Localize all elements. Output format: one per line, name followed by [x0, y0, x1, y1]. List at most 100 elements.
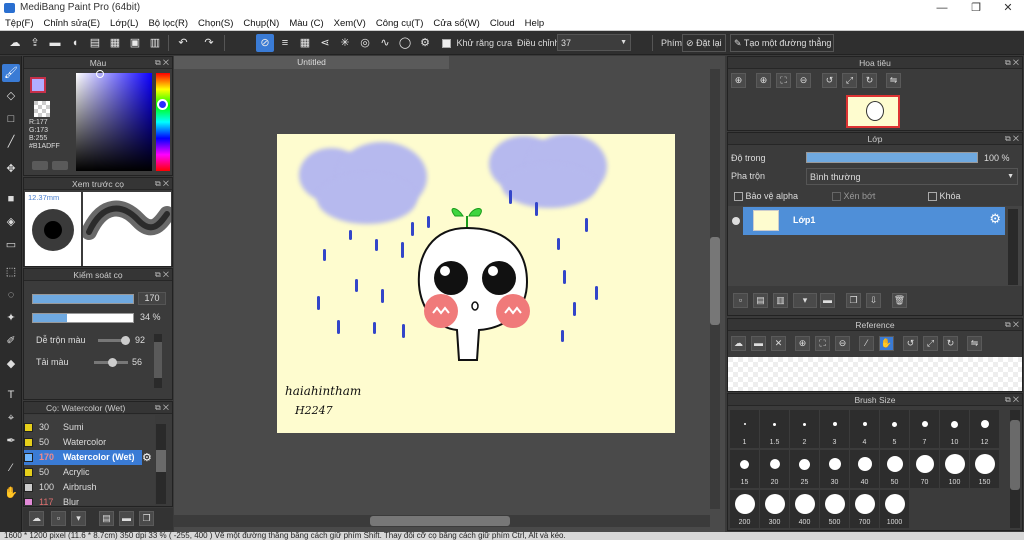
cross-snap-icon[interactable]: ▦: [296, 34, 314, 52]
curve-snap-icon[interactable]: ∿: [376, 34, 394, 52]
grid-settings-icon[interactable]: ▣: [126, 34, 144, 52]
menu-edit[interactable]: Chỉnh sửa(E): [39, 16, 106, 31]
list-item[interactable]: 50 Watercolor: [24, 435, 154, 450]
copy-icon[interactable]: ❐: [139, 511, 154, 526]
brush-list-scrollbar[interactable]: [156, 424, 166, 504]
brush-size-slot[interactable]: 400: [790, 490, 819, 528]
text-tool-icon[interactable]: T: [2, 386, 20, 404]
panel-controls-icon[interactable]: ⧉ ✕: [1005, 57, 1019, 69]
zoom-in-icon[interactable]: ⊕: [731, 73, 746, 88]
menu-window[interactable]: Cửa sổ(W): [428, 16, 484, 31]
brush-size-slot[interactable]: 500: [820, 490, 849, 528]
palette-icon[interactable]: [52, 161, 68, 170]
select-rect-icon[interactable]: ⬚: [2, 263, 20, 281]
brush-size-slot[interactable]: 70: [910, 450, 939, 488]
hand-tool-icon[interactable]: ✋: [2, 484, 20, 502]
new-8bit-layer-icon[interactable]: ▥: [773, 293, 788, 308]
antialias-checkbox[interactable]: [442, 39, 451, 49]
brush-settings-icon[interactable]: ▤: [99, 511, 114, 526]
menu-filter[interactable]: Bộ lọc(R): [143, 16, 193, 31]
menu-cloud[interactable]: Cloud: [485, 16, 520, 31]
merge-layer-icon[interactable]: ⇩: [866, 293, 881, 308]
hand-icon[interactable]: ✋: [879, 336, 894, 351]
list-item[interactable]: 50 Acrylic: [24, 465, 154, 480]
reset-button[interactable]: ⊘ Đặt lại: [682, 34, 726, 52]
snap-off-icon[interactable]: ⊘: [256, 34, 274, 52]
brush-size-scrollbar[interactable]: [1010, 410, 1020, 528]
menu-file[interactable]: Tệp(F): [0, 16, 39, 31]
brush-size-slot[interactable]: 10: [940, 410, 969, 448]
brush-size-slot[interactable]: 1.5: [760, 410, 789, 448]
grid-off-icon[interactable]: ▥: [146, 34, 164, 52]
rectangle-tool-icon[interactable]: □: [2, 110, 20, 128]
brush-tool-icon[interactable]: 🖌: [2, 64, 20, 82]
layer-list-scrollbar[interactable]: [1008, 209, 1018, 285]
add-brush-icon[interactable]: ▾: [71, 511, 86, 526]
mix-slider[interactable]: [98, 336, 130, 345]
brush-size-slot[interactable]: 40: [850, 450, 879, 488]
brush-size-slot[interactable]: 150: [970, 450, 999, 488]
menu-layer[interactable]: Lớp(L): [105, 16, 143, 31]
panel-controls-icon[interactable]: ⧉ ✕: [155, 57, 169, 69]
brush-size-slot[interactable]: 20: [760, 450, 789, 488]
list-item[interactable]: 117 Blur: [24, 495, 154, 505]
chat-icon[interactable]: ◖: [66, 34, 84, 52]
straight-line-button[interactable]: ✎ Tạo một đường thẳng: [730, 34, 834, 52]
layer-visibility-icon[interactable]: [732, 217, 740, 225]
secondary-color-swatch[interactable]: [34, 101, 50, 117]
brush-size-slot[interactable]: 2: [790, 410, 819, 448]
menu-view[interactable]: Xem(V): [329, 16, 371, 31]
brush-size-slot[interactable]: 3: [820, 410, 849, 448]
zoom-in-icon[interactable]: ⊕: [756, 73, 771, 88]
comment-icon[interactable]: ▬: [46, 34, 64, 52]
ellipse-snap-icon[interactable]: ◯: [396, 34, 414, 52]
menu-select[interactable]: Chọn(S): [193, 16, 238, 31]
select-pen-icon[interactable]: ✐: [2, 332, 20, 350]
gradient-tool-icon[interactable]: ▭: [2, 236, 20, 254]
menu-color[interactable]: Màu (C): [284, 16, 328, 31]
brush-size-slot[interactable]: 5: [880, 410, 909, 448]
rotate-left-icon[interactable]: ↺: [903, 336, 918, 351]
brush-size-slot[interactable]: 12: [970, 410, 999, 448]
hue-handle[interactable]: [157, 99, 168, 110]
brush-size-slot[interactable]: 25: [790, 450, 819, 488]
zoom-in-icon[interactable]: ⊕: [795, 336, 810, 351]
panel-controls-icon[interactable]: ⧉ ✕: [1005, 394, 1019, 406]
new-brush-icon[interactable]: ▫: [51, 511, 66, 526]
canvas-paper[interactable]: haiahintham H2247: [277, 134, 675, 433]
rotate-right-icon[interactable]: ↻: [862, 73, 877, 88]
canvas-horizontal-scrollbar[interactable]: [174, 515, 710, 527]
open-file-icon[interactable]: ▬: [751, 336, 766, 351]
saturation-value-picker[interactable]: [76, 73, 152, 171]
grid-icon[interactable]: ▦: [106, 34, 124, 52]
close-button[interactable]: ✕: [992, 0, 1024, 16]
move-tool-icon[interactable]: ✥: [2, 160, 20, 178]
gear-icon[interactable]: ⚙: [989, 211, 1001, 227]
redo-icon[interactable]: ↷: [200, 34, 218, 52]
circle-snap-icon[interactable]: ◎: [356, 34, 374, 52]
fit-icon[interactable]: ⛶: [815, 336, 830, 351]
eraser-tool-icon[interactable]: ◇: [2, 87, 20, 105]
new-halftone-layer-icon[interactable]: ▤: [753, 293, 768, 308]
menu-help[interactable]: Help: [520, 16, 550, 31]
add-layer-menu-icon[interactable]: ▾: [793, 293, 817, 308]
picker-cursor[interactable]: [96, 70, 104, 78]
list-item[interactable]: 170 Watercolor (Wet): [24, 450, 142, 465]
radial-snap-icon[interactable]: ✳: [336, 34, 354, 52]
line-tool-icon[interactable]: ╱: [2, 133, 20, 151]
canvas-vertical-scrollbar[interactable]: [710, 69, 720, 509]
close-icon[interactable]: ✕: [771, 336, 786, 351]
eyedropper-icon[interactable]: ⁄: [859, 336, 874, 351]
flip-icon[interactable]: ⇋: [886, 73, 901, 88]
list-item[interactable]: 30 Sumi: [24, 420, 154, 435]
brush-size-slot[interactable]: 200: [730, 490, 759, 528]
dropper-tool-icon[interactable]: ✒: [2, 432, 20, 450]
delete-layer-icon[interactable]: 🗑: [892, 293, 907, 308]
undo-icon[interactable]: ↶: [174, 34, 192, 52]
brush-size-slot[interactable]: 15: [730, 450, 759, 488]
rotate-right-icon[interactable]: ↻: [943, 336, 958, 351]
new-layer-icon[interactable]: ▫: [733, 293, 748, 308]
protect-alpha-checkbox[interactable]: [734, 192, 743, 202]
panel-controls-icon[interactable]: ⧉ ✕: [155, 178, 169, 190]
fit-window-icon[interactable]: ⤢: [842, 73, 857, 88]
